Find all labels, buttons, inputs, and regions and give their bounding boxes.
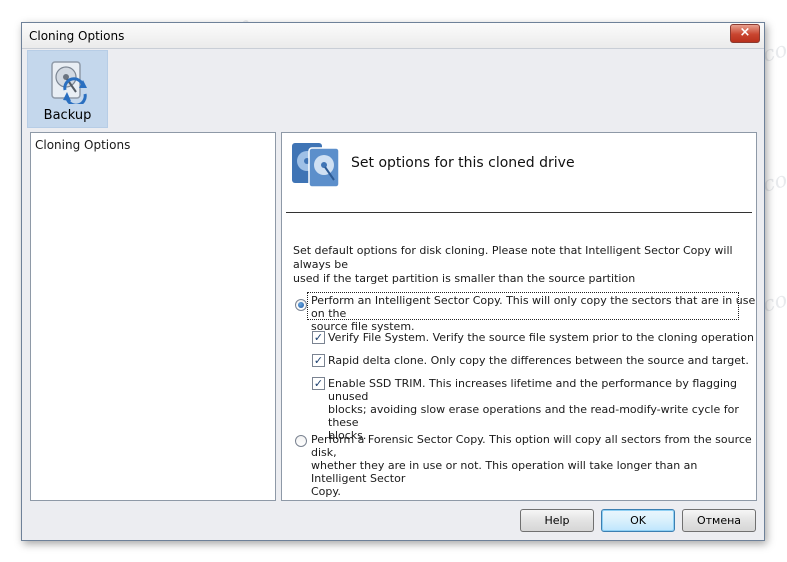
toolbar: Backup (22, 50, 764, 129)
option-text-line: blocks; avoiding slow erase operations a… (328, 403, 739, 429)
intelligent-sector-copy-radio[interactable] (295, 299, 307, 311)
forensic-sector-copy-radio[interactable] (295, 435, 307, 447)
cloned-drive-icon (292, 143, 340, 188)
window-title: Cloning Options (29, 29, 125, 43)
options-category-list: Cloning Options (30, 132, 276, 501)
intelligent-sector-copy-label[interactable]: Perform an Intelligent Sector Copy. This… (311, 294, 756, 333)
verify-file-system-checkbox[interactable]: ✓ (312, 331, 325, 344)
option-text-line: Copy. (311, 485, 341, 498)
panel-header-title: Set options for this cloned drive (351, 155, 575, 171)
backup-label: Backup (43, 108, 92, 123)
verify-file-system-label[interactable]: Verify File System. Verify the source fi… (328, 331, 754, 344)
rapid-delta-clone-label[interactable]: Rapid delta clone. Only copy the differe… (328, 354, 749, 367)
help-button[interactable]: Help (520, 509, 594, 532)
description-text: Set default options for disk cloning. Pl… (293, 244, 748, 286)
backup-tool-button[interactable]: Backup (27, 50, 108, 128)
rapid-delta-clone-checkbox[interactable]: ✓ (312, 354, 325, 367)
description-line: Set default options for disk cloning. Pl… (293, 244, 733, 271)
ok-button[interactable]: OK (601, 509, 675, 532)
option-text-line: Perform a Forensic Sector Copy. This opt… (311, 433, 752, 459)
cancel-button[interactable]: Отмена (682, 509, 756, 532)
option-text-line: Perform an Intelligent Sector Copy. This… (311, 294, 756, 320)
option-text-line: whether they are in use or not. This ope… (311, 459, 698, 485)
header-divider (286, 212, 752, 213)
options-content-panel: Set options for this cloned drive Set de… (281, 132, 757, 501)
option-text-line: Enable SSD TRIM. This increases lifetime… (328, 377, 737, 403)
cloning-options-dialog: Cloning Options × Backup Cloning Options (21, 22, 765, 541)
category-item-cloning-options[interactable]: Cloning Options (35, 138, 130, 152)
close-button[interactable]: × (730, 24, 760, 43)
disk-clone-icon (51, 61, 87, 104)
forensic-sector-copy-label[interactable]: Perform a Forensic Sector Copy. This opt… (311, 433, 756, 498)
description-line: used if the target partition is smaller … (293, 272, 636, 285)
ssd-trim-checkbox[interactable]: ✓ (312, 377, 325, 390)
title-bar[interactable]: Cloning Options × (22, 23, 764, 49)
